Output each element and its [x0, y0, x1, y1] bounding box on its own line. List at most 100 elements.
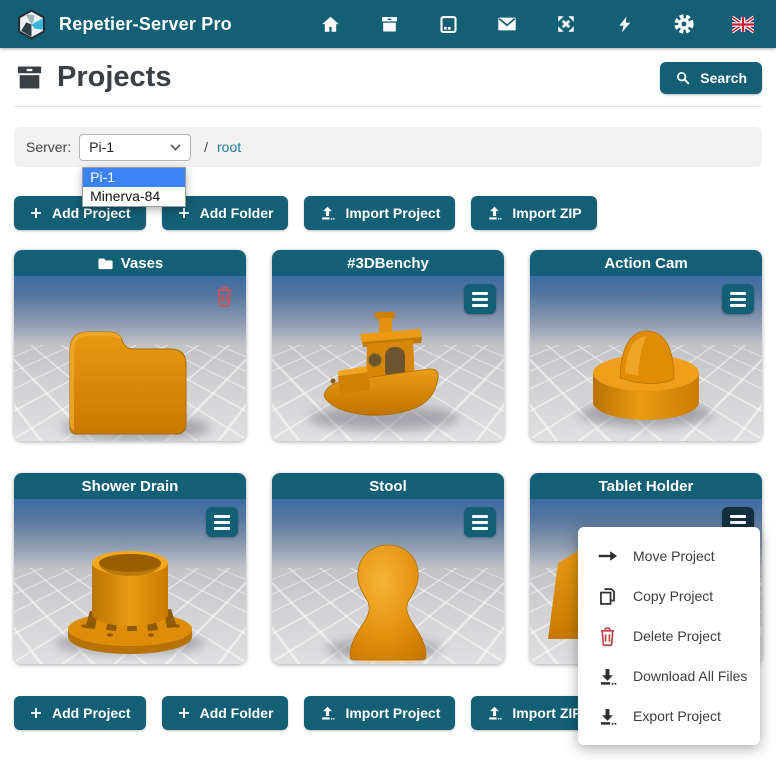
add-project-button[interactable]: Add Project [14, 696, 146, 730]
server-select-value: Pi-1 [89, 139, 114, 155]
card-header[interactable]: #3DBenchy [272, 250, 504, 276]
button-label: Add Project [52, 205, 131, 221]
server-option[interactable]: Minerva-84 [83, 187, 185, 206]
fullscreen-arrows-icon[interactable] [555, 13, 577, 35]
menu-item-label: Export Project [633, 708, 721, 724]
page-title-text: Projects [57, 61, 171, 94]
server-select[interactable]: Pi-1 Pi-1 Minerva-84 [79, 134, 191, 161]
card-menu-button[interactable] [722, 284, 754, 314]
language-uk-flag-icon[interactable] [732, 13, 754, 35]
plus-icon [29, 706, 43, 720]
project-preview[interactable] [530, 276, 762, 441]
breadcrumb-separator: / [204, 139, 208, 155]
navbar-icon-group [319, 13, 760, 35]
trash-icon [596, 625, 618, 647]
menu-item-label: Delete Project [633, 628, 721, 644]
button-label: Import Project [345, 205, 440, 221]
card-title: Action Cam [604, 255, 687, 272]
server-option[interactable]: Pi-1 [83, 168, 185, 187]
button-label: Add Folder [200, 205, 274, 221]
page-header: Projects Search [14, 48, 762, 107]
project-card-stool: Stool [272, 473, 504, 664]
project-context-menu: Move Project Copy Project Delete Project… [578, 527, 760, 745]
upload-icon [319, 705, 336, 722]
menu-item-label: Move Project [633, 548, 715, 564]
card-header[interactable]: Vases [14, 250, 246, 276]
search-button[interactable]: Search [660, 62, 762, 94]
hamburger-icon [214, 515, 230, 518]
settings-gear-icon[interactable] [673, 13, 695, 35]
menu-item-delete-project[interactable]: Delete Project [578, 616, 760, 656]
projects-archive-icon[interactable] [378, 13, 400, 35]
upload-icon [319, 205, 336, 222]
button-label: Import ZIP [512, 705, 581, 721]
search-button-label: Search [700, 70, 747, 86]
project-card-shower-drain: Shower Drain [14, 473, 246, 664]
copy-icon [596, 585, 618, 607]
card-menu-button[interactable] [206, 507, 238, 537]
card-title: Tablet Holder [599, 478, 694, 495]
upload-icon [486, 205, 503, 222]
card-title: Vases [121, 255, 164, 272]
button-label: Import Project [345, 705, 440, 721]
add-folder-button[interactable]: Add Folder [162, 696, 289, 730]
move-arrow-icon [596, 545, 618, 567]
models-tablet-icon[interactable] [437, 13, 459, 35]
folder-icon [97, 256, 114, 271]
card-header[interactable]: Tablet Holder [530, 473, 762, 499]
project-preview[interactable] [272, 276, 504, 441]
hamburger-icon [472, 515, 488, 518]
power-bolt-icon[interactable] [614, 13, 636, 35]
server-bar: Server: Pi-1 Pi-1 Minerva-84 / root [14, 127, 762, 167]
menu-item-copy-project[interactable]: Copy Project [578, 576, 760, 616]
import-project-button[interactable]: Import Project [304, 196, 455, 230]
import-zip-button[interactable]: Import ZIP [471, 196, 596, 230]
search-icon [675, 70, 691, 86]
server-label: Server: [26, 139, 71, 155]
menu-item-label: Copy Project [633, 588, 713, 604]
plus-icon [177, 206, 191, 220]
menu-item-move-project[interactable]: Move Project [578, 536, 760, 576]
app-logo-icon[interactable] [16, 9, 47, 40]
import-project-button[interactable]: Import Project [304, 696, 455, 730]
home-icon[interactable] [319, 13, 341, 35]
menu-item-label: Download All Files [633, 668, 747, 684]
button-label: Add Project [52, 705, 131, 721]
download-icon [596, 705, 618, 727]
brand-title[interactable]: Repetier-Server Pro [59, 14, 232, 35]
messages-envelope-icon[interactable] [496, 13, 518, 35]
button-label: Import ZIP [512, 205, 581, 221]
project-card-vases: Vases [14, 250, 246, 441]
upload-icon [486, 705, 503, 722]
plus-icon [177, 706, 191, 720]
plus-icon [29, 206, 43, 220]
project-preview[interactable] [14, 276, 246, 441]
delete-folder-button[interactable] [212, 284, 236, 310]
hamburger-icon [472, 292, 488, 295]
project-card-action-cam: Action Cam [530, 250, 762, 441]
chevron-down-icon [170, 144, 181, 151]
hamburger-icon [730, 292, 746, 295]
projects-archive-icon [14, 62, 45, 93]
download-icon [596, 665, 618, 687]
top-navbar: Repetier-Server Pro [0, 0, 776, 48]
card-header[interactable]: Shower Drain [14, 473, 246, 499]
server-dropdown-list: Pi-1 Minerva-84 [82, 167, 186, 207]
card-title: Stool [369, 478, 407, 495]
trash-icon [213, 284, 236, 309]
project-preview[interactable] [14, 499, 246, 664]
card-menu-button[interactable] [464, 284, 496, 314]
menu-item-export-project[interactable]: Export Project [578, 696, 760, 736]
page-title: Projects [14, 61, 171, 94]
project-preview[interactable] [272, 499, 504, 664]
card-title: #3DBenchy [347, 255, 429, 272]
card-header[interactable]: Stool [272, 473, 504, 499]
button-label: Add Folder [200, 705, 274, 721]
hamburger-icon [730, 515, 746, 518]
menu-item-download-all-files[interactable]: Download All Files [578, 656, 760, 696]
card-title: Shower Drain [82, 478, 179, 495]
card-header[interactable]: Action Cam [530, 250, 762, 276]
breadcrumb-root-link[interactable]: root [217, 139, 241, 155]
project-card-3dbenchy: #3DBenchy [272, 250, 504, 441]
card-menu-button[interactable] [464, 507, 496, 537]
